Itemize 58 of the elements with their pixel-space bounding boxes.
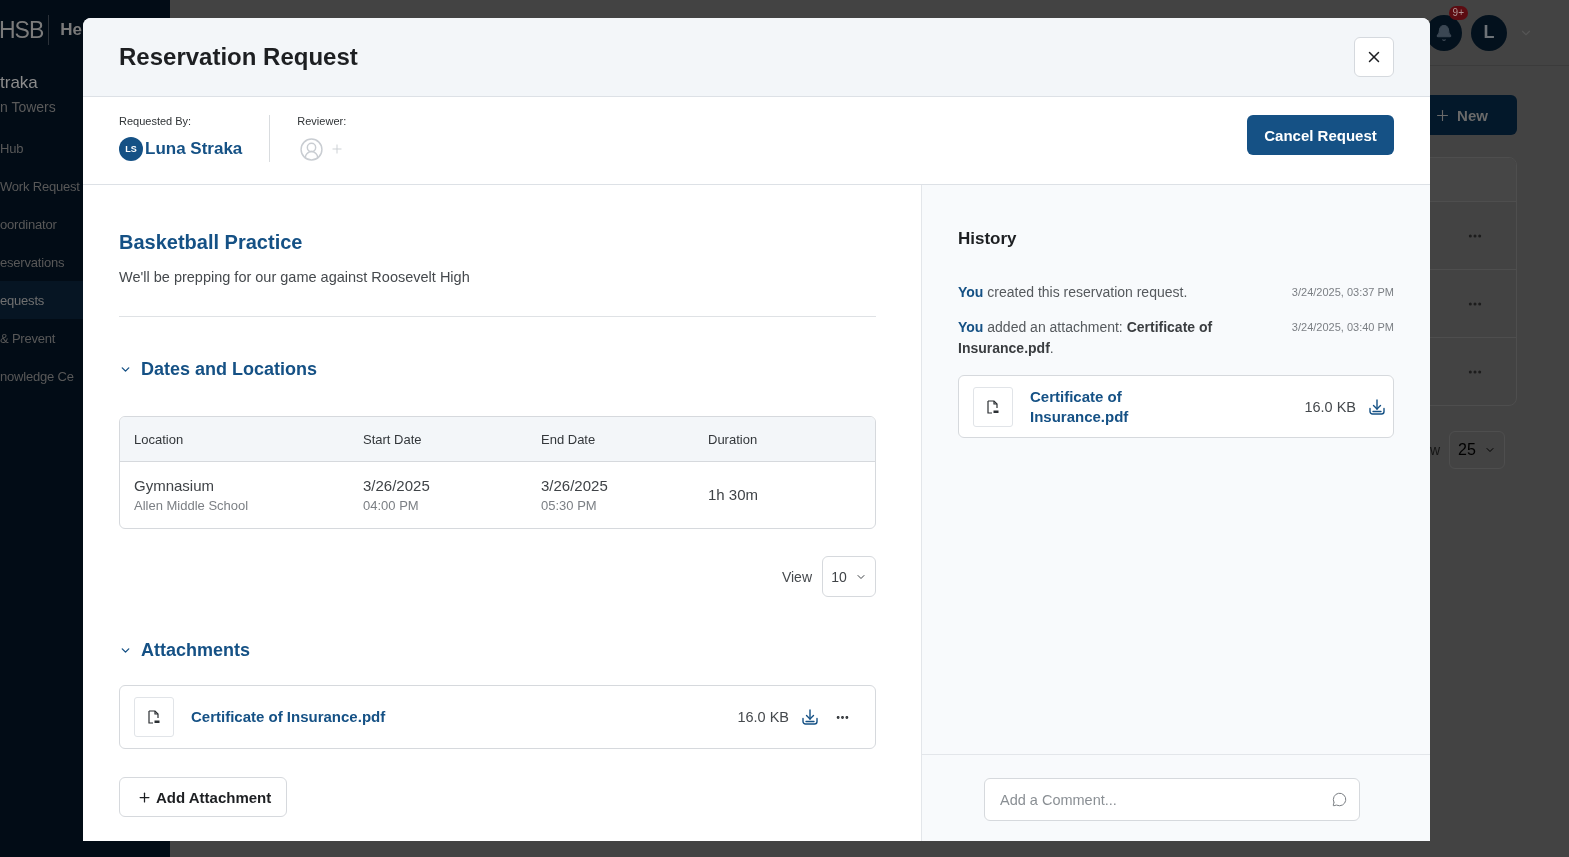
location-name: Gymnasium <box>134 476 215 495</box>
column-header: Start Date <box>363 431 422 447</box>
download-icon[interactable] <box>1369 398 1385 415</box>
event-title: Basketball Practice <box>119 230 303 254</box>
reviewer-label: Reviewer: <box>297 114 347 128</box>
requester-name: Luna Straka <box>145 139 243 159</box>
nav-item[interactable]: & Prevent <box>0 319 83 357</box>
history-entry-text: You created this reservation request. <box>958 283 1189 302</box>
cancel-request-button[interactable]: Cancel Request <box>1247 115 1394 155</box>
bell-icon <box>1435 23 1453 42</box>
user-name: traka <box>0 72 38 94</box>
history-timestamp: 3/24/2025, 03:40 PM <box>1291 320 1394 335</box>
page-size-select[interactable]: 10 <box>822 556 876 597</box>
start-date: 3/26/2025 <box>363 476 430 495</box>
pdf-file-icon <box>973 386 1013 427</box>
add-attachment-button[interactable]: Add Attachment <box>119 777 288 817</box>
nav-item[interactable]: oordinator <box>0 205 83 243</box>
logo: HSB <box>0 17 44 43</box>
nav-item[interactable]: equests <box>0 281 83 319</box>
site-name: n Towers <box>0 98 56 116</box>
user-avatar: LS <box>119 137 143 161</box>
user-link[interactable]: You <box>958 284 984 300</box>
notification-badge: 9+ <box>1448 5 1468 20</box>
nav-item[interactable]: Hub <box>0 129 83 167</box>
close-button[interactable] <box>1354 37 1394 77</box>
nav-item[interactable]: nowledge Ce <box>0 357 83 395</box>
column-header: Duration <box>708 431 758 447</box>
view-label: View <box>781 568 812 585</box>
file-size: 16.0 KB <box>1304 398 1356 415</box>
start-time: 04:00 PM <box>363 497 419 514</box>
comment-field[interactable]: Add a Comment... <box>984 778 1360 821</box>
duration: 1h 30m <box>708 486 759 504</box>
section-header[interactable]: Attachments <box>119 638 251 662</box>
file-size: 16.0 KB <box>737 709 789 725</box>
user-link[interactable]: You <box>958 319 984 335</box>
history-title: History <box>958 229 1017 249</box>
history-entry-text: You added an attachment: Certificate of Insurance.pdf. <box>958 318 1214 358</box>
pdf-file-icon <box>134 697 174 737</box>
section-header[interactable]: Dates and Locations <box>119 357 318 381</box>
column-header: Location <box>134 431 184 447</box>
download-icon[interactable] <box>802 709 818 725</box>
nav-item[interactable]: Work Request <box>0 167 83 205</box>
history-timestamp: 3/24/2025, 03:37 PM <box>1291 285 1394 300</box>
account-avatar[interactable]: L <box>1471 14 1507 51</box>
page-size-select[interactable]: 25 <box>1449 431 1505 469</box>
app-name: He <box>60 19 83 41</box>
column-header: End Date <box>541 431 596 447</box>
plus-icon <box>137 789 152 805</box>
end-time: 05:30 PM <box>541 497 597 514</box>
end-date: 3/26/2025 <box>541 476 608 495</box>
requested-by-label: Requested By: <box>119 114 192 128</box>
speech-bubble-icon[interactable] <box>1332 792 1347 807</box>
file-link[interactable]: Certificate of Insurance.pdf <box>191 707 386 727</box>
file-link[interactable]: Certificate of Insurance.pdf <box>1030 386 1160 427</box>
modal-title: Reservation Request <box>119 43 358 71</box>
event-description: We'll be prepping for our game against Roosevelt High <box>119 268 470 287</box>
nav-item[interactable]: eservations <box>0 243 83 281</box>
site-name: Allen Middle School <box>134 497 249 514</box>
